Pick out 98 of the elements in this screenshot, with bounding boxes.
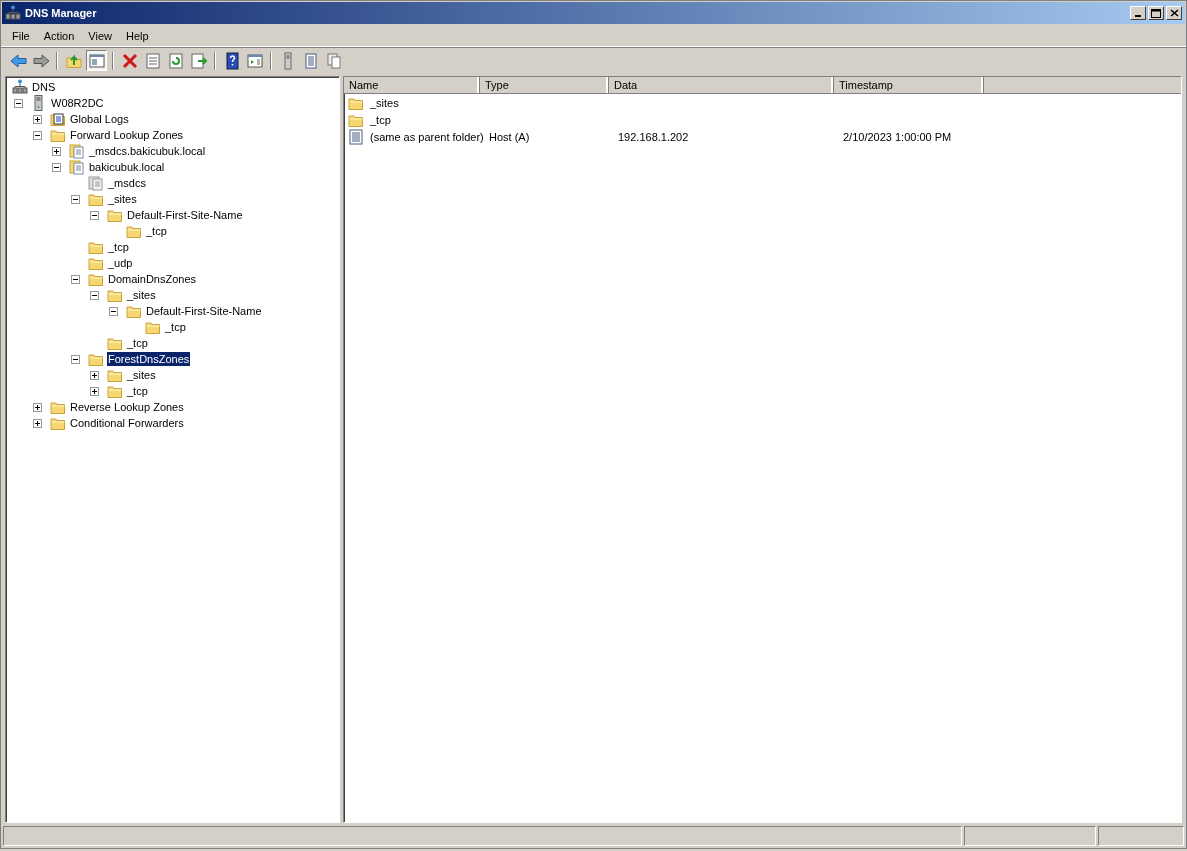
collapse-toggle[interactable]	[90, 290, 99, 300]
plus-icon	[34, 419, 41, 427]
expand-toggle[interactable]	[90, 386, 99, 396]
record-icon	[348, 128, 364, 145]
collapse-toggle[interactable]	[33, 130, 42, 140]
tree-item[interactable]: Default-First-Site-Name	[145, 304, 263, 318]
folder-icon	[88, 255, 104, 271]
plus-icon	[91, 387, 98, 395]
close-icon	[1169, 9, 1179, 17]
list-item[interactable]: (same as parent folder)	[370, 130, 484, 143]
tree-item[interactable]: _udp	[107, 256, 134, 270]
window-title: DNS Manager	[25, 7, 98, 19]
collapse-toggle[interactable]	[71, 274, 80, 284]
table-cell-text: 2/10/2023 1:00:00 PM	[842, 130, 953, 143]
tree-item[interactable]: Default-First-Site-Name	[126, 208, 244, 222]
expand-toggle[interactable]	[52, 146, 61, 156]
delete-icon	[120, 51, 139, 70]
tree-item[interactable]: _sites	[107, 192, 138, 206]
list-item[interactable]: _sites	[370, 96, 399, 109]
action-pane-icon	[245, 51, 264, 70]
collapse-toggle[interactable]	[109, 306, 118, 316]
expand-toggle[interactable]	[90, 370, 99, 380]
menu-item[interactable]: Help	[118, 29, 156, 42]
tree-item[interactable]: _sites	[126, 368, 157, 382]
folder-icon	[107, 367, 123, 383]
collapse-toggle[interactable]	[71, 354, 80, 364]
document-icon	[88, 175, 104, 191]
folder-icon	[88, 239, 104, 255]
folder-icon	[88, 271, 104, 287]
tree-item[interactable]: _tcp	[126, 336, 149, 350]
zone-file-icon	[69, 143, 85, 159]
network-icon	[12, 79, 28, 95]
properties-icon	[143, 51, 162, 70]
collapse-toggle[interactable]	[71, 194, 80, 204]
tree-pane-icon	[87, 51, 106, 70]
column-header[interactable]: Name	[344, 77, 480, 94]
column-header[interactable]: Timestamp	[834, 77, 984, 94]
folder-icon	[107, 383, 123, 399]
tree-item[interactable]: DomainDnsZones	[107, 272, 198, 286]
folder-icon	[107, 335, 123, 351]
collapse-toggle[interactable]	[90, 210, 99, 220]
tree-item[interactable]: _tcp	[164, 320, 187, 334]
plus-icon	[53, 147, 60, 155]
tree-item[interactable]: _tcp	[145, 224, 168, 238]
collapse-toggle[interactable]	[14, 98, 23, 108]
menu-item[interactable]: Action	[36, 29, 82, 42]
log-folder-icon	[50, 111, 66, 127]
tree-item[interactable]: bakicubuk.local	[88, 160, 166, 174]
export-button[interactable]	[188, 50, 209, 71]
maximize-button[interactable]	[1148, 6, 1164, 20]
tree-item[interactable]: Reverse Lookup Zones	[69, 400, 185, 414]
folder-icon	[88, 351, 104, 367]
list-item[interactable]: _tcp	[370, 113, 391, 126]
folder-icon	[107, 207, 123, 223]
folder-icon	[126, 303, 142, 319]
column-header[interactable]: Data	[609, 77, 834, 94]
tree-item[interactable]: ForestDnsZones	[107, 352, 191, 366]
forward-arrow-icon	[31, 51, 50, 70]
folder-icon	[88, 191, 104, 207]
export-icon	[189, 51, 208, 70]
app-icon	[5, 5, 21, 21]
tree-pane-button[interactable]	[86, 50, 107, 71]
folder-icon	[50, 399, 66, 415]
plus-icon	[91, 371, 98, 379]
plus-icon	[34, 403, 41, 411]
folder-icon	[145, 319, 161, 335]
folder-icon	[50, 127, 66, 143]
tree-item[interactable]: Conditional Forwarders	[69, 416, 185, 430]
minimize-button[interactable]	[1130, 6, 1146, 20]
expand-toggle[interactable]	[33, 114, 42, 124]
tree-item[interactable]: _msdcs	[107, 176, 147, 190]
tree-item[interactable]: Global Logs	[69, 112, 130, 126]
tree-item[interactable]: W08R2DC	[50, 96, 105, 110]
zone-file-icon	[69, 159, 85, 175]
back-arrow-icon	[8, 51, 27, 70]
expand-toggle[interactable]	[33, 402, 42, 412]
menu-item[interactable]: View	[81, 29, 119, 42]
tree-item[interactable]: _sites	[126, 288, 157, 302]
expand-toggle[interactable]	[33, 418, 42, 428]
copy-icon	[324, 51, 343, 70]
menu-item[interactable]: File	[5, 29, 37, 42]
table-cell-text: 192.168.1.202	[617, 130, 690, 143]
folder-icon	[107, 287, 123, 303]
maximize-icon	[1151, 8, 1161, 18]
tree-item[interactable]: _tcp	[107, 240, 130, 254]
collapse-toggle[interactable]	[52, 162, 61, 172]
close-button[interactable]	[1166, 6, 1182, 20]
refresh-icon	[166, 51, 185, 70]
minimize-icon	[1135, 15, 1141, 17]
tree-item[interactable]: _tcp	[126, 384, 149, 398]
tree-item[interactable]: DNS	[31, 80, 57, 94]
tree-item[interactable]: _msdcs.bakicubuk.local	[88, 144, 207, 158]
table-cell-text: Host (A)	[488, 130, 531, 143]
tree-item[interactable]: Forward Lookup Zones	[69, 128, 185, 142]
plus-icon	[34, 115, 41, 123]
folder-icon	[50, 415, 66, 431]
column-header[interactable]: Type	[480, 77, 609, 94]
folder-icon	[126, 223, 142, 239]
